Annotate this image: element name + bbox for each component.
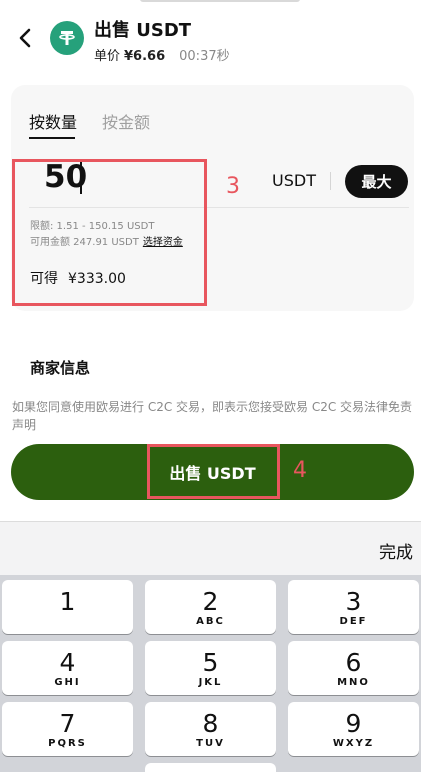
tab-by-quantity[interactable]: 按数量 <box>29 109 77 133</box>
key-digit: 5 <box>202 648 219 677</box>
key-5[interactable]: 5 JKL <box>145 641 276 695</box>
key-7[interactable]: 7 PQRS <box>2 702 133 756</box>
key-9[interactable]: 9 WXYZ <box>288 702 419 756</box>
tab-by-amount[interactable]: 按金额 <box>102 109 150 133</box>
key-letters: TUV <box>196 738 225 749</box>
active-tab-indicator <box>29 137 75 139</box>
price-row: 单价 ¥6.66 00:37秒 <box>94 45 230 64</box>
highlight-box-sell <box>147 444 280 499</box>
numeric-keyboard: 1 2 ABC 3 DEF 4 GHI 5 JKL 6 MNO 7 PQRS 8… <box>0 575 421 772</box>
header: 出售 USDT 单价 ¥6.66 00:37秒 <box>0 0 421 80</box>
merchant-info-heading[interactable]: 商家信息 <box>30 357 90 378</box>
key-digit: 3 <box>345 587 362 616</box>
key-8[interactable]: 8 TUV <box>145 702 276 756</box>
key-letters: WXYZ <box>332 738 375 749</box>
max-button[interactable]: 最大 <box>345 165 408 198</box>
divider <box>330 172 331 190</box>
annotation-marker-3: 3 <box>226 174 240 199</box>
key-letters: DEF <box>339 616 368 627</box>
price-label: 单价 <box>94 49 121 64</box>
annotation-marker-4: 4 <box>293 458 307 483</box>
key-digit: 9 <box>345 709 362 738</box>
key-0-partial[interactable] <box>145 763 276 772</box>
key-letters: GHI <box>54 677 81 688</box>
key-digit: 7 <box>59 709 76 738</box>
key-2[interactable]: 2 ABC <box>145 580 276 634</box>
page-title: 出售 USDT <box>94 20 192 41</box>
chevron-left-icon <box>19 28 31 48</box>
key-4[interactable]: 4 GHI <box>2 641 133 695</box>
tether-icon <box>50 21 84 55</box>
key-6[interactable]: 6 MNO <box>288 641 419 695</box>
key-digit: 4 <box>59 648 76 677</box>
key-digit: 2 <box>202 587 219 616</box>
key-letters: MNO <box>337 677 370 688</box>
key-3[interactable]: 3 DEF <box>288 580 419 634</box>
amount-unit: USDT <box>272 171 316 190</box>
key-letters: ABC <box>196 616 225 627</box>
key-digit: 8 <box>202 709 219 738</box>
back-button[interactable] <box>16 26 36 50</box>
highlight-box-input <box>12 159 207 306</box>
done-button[interactable]: 完成 <box>379 538 413 563</box>
keyboard-toolbar: 完成 <box>0 521 421 575</box>
key-digit: 6 <box>345 648 362 677</box>
key-letters: JKL <box>198 677 223 688</box>
key-digit: 1 <box>59 587 76 616</box>
key-letters: PQRS <box>48 738 87 749</box>
price-value: ¥6.66 <box>124 49 166 64</box>
countdown-timer: 00:37秒 <box>179 49 230 64</box>
disclaimer-text: 如果您同意使用欧易进行 C2C 交易，即表示您接受欧易 C2C 交易法律免责声明 <box>12 400 413 432</box>
key-1[interactable]: 1 <box>2 580 133 634</box>
